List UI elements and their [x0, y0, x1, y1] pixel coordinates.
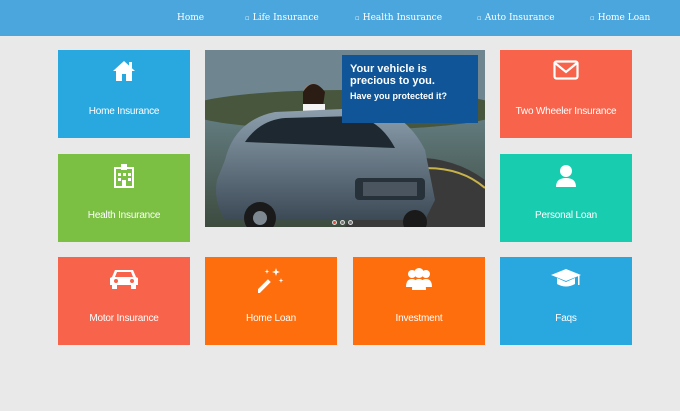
bullet-icon: ▫: [355, 14, 360, 22]
nav-health-insurance[interactable]: ▫ Health Insurance: [355, 0, 442, 36]
nav-life-insurance[interactable]: ▫ Life Insurance: [245, 0, 319, 36]
tile-label: Personal Loan: [535, 210, 597, 221]
tile-label: Faqs: [555, 313, 577, 324]
tile-label: Investment: [395, 313, 443, 324]
nav-life-insurance-label: Life Insurance: [252, 13, 319, 23]
nav-auto-insurance[interactable]: ▫ Auto Insurance: [477, 0, 555, 36]
slide-caption-headline: Your vehicle is precious to you.: [350, 63, 435, 87]
slider-dot-1[interactable]: [332, 220, 337, 225]
tile-label: Home Insurance: [88, 106, 160, 117]
nav-home[interactable]: Home: [177, 0, 204, 36]
home-icon: [58, 60, 190, 86]
bullet-icon: ▫: [245, 14, 250, 22]
nav-health-insurance-label: Health Insurance: [362, 13, 443, 23]
tile-two-wheeler-insurance[interactable]: Two Wheeler Insurance: [500, 50, 632, 138]
car-icon: [58, 267, 190, 293]
envelope-icon: [500, 60, 632, 86]
tile-motor-insurance[interactable]: Motor Insurance: [58, 257, 190, 345]
tile-health-insurance[interactable]: Health Insurance: [58, 154, 190, 242]
magic-wand-icon: [205, 267, 337, 293]
slider-dot-3[interactable]: [348, 220, 353, 225]
slide-caption-subline: Have you protected it?: [350, 91, 448, 101]
slider-pagination: [332, 220, 353, 225]
user-icon: [500, 164, 632, 190]
hospital-icon: [58, 164, 190, 190]
tile-label: Motor Insurance: [89, 313, 159, 324]
tile-label: Health Insurance: [87, 210, 161, 221]
tile-investment[interactable]: Investment: [353, 257, 485, 345]
slide-caption: Your vehicle is precious to you. Have yo…: [342, 55, 478, 123]
tile-faqs[interactable]: Faqs: [500, 257, 632, 345]
promo-slider[interactable]: Your vehicle is precious to you. Have yo…: [205, 50, 485, 227]
tile-home-insurance[interactable]: Home Insurance: [58, 50, 190, 138]
tile-label: Two Wheeler Insurance: [515, 106, 617, 117]
tile-label: Home Loan: [246, 313, 296, 324]
top-navigation-bar: Home ▫ Life Insurance ▫ Health Insurance ▫…: [0, 0, 680, 36]
tile-home-loan[interactable]: Home Loan: [205, 257, 337, 345]
graduation-cap-icon: [500, 267, 632, 293]
nav-auto-insurance-label: Auto Insurance: [484, 13, 555, 23]
nav-home-label: Home: [177, 13, 205, 23]
nav-home-loan[interactable]: ▫ Home Loan: [590, 0, 650, 36]
bullet-icon: ▫: [477, 14, 482, 22]
group-icon: [353, 267, 485, 293]
nav-home-loan-label: Home Loan: [597, 13, 651, 23]
bullet-icon: ▫: [590, 14, 595, 22]
tile-personal-loan[interactable]: Personal Loan: [500, 154, 632, 242]
slider-dot-2[interactable]: [340, 220, 345, 225]
